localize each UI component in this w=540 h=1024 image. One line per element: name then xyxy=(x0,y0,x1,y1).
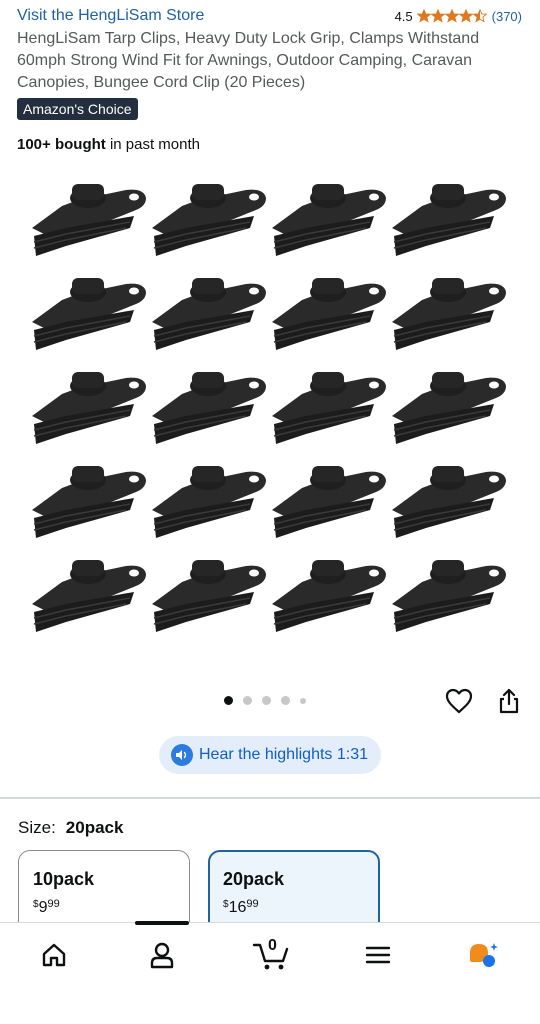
bought-period: in past month xyxy=(109,136,200,153)
home-icon[interactable] xyxy=(38,939,70,971)
hear-highlights-button[interactable]: Hear the highlights 1:31 xyxy=(159,736,381,774)
carousel-dot[interactable] xyxy=(224,696,233,705)
rating[interactable]: 4.5 (370) xyxy=(395,9,522,24)
heart-icon[interactable] xyxy=(445,688,473,714)
rating-value: 4.5 xyxy=(394,8,413,24)
bought-count: 100+ bought xyxy=(17,136,106,153)
tarp-clip-image xyxy=(146,364,266,458)
carousel-dot[interactable] xyxy=(262,696,271,705)
carousel-dots xyxy=(224,696,306,705)
size-option-name: 20pack xyxy=(223,869,285,889)
tarp-clip-image xyxy=(26,458,146,552)
rating-count[interactable]: (370) xyxy=(492,9,522,24)
tarp-clip-image xyxy=(26,552,146,646)
size-option-name: 10pack xyxy=(33,869,95,889)
tarp-clip-image xyxy=(266,458,386,552)
carousel-dot[interactable] xyxy=(300,697,306,704)
carousel-dot[interactable] xyxy=(243,696,252,705)
size-selected-value: 20pack xyxy=(65,818,124,837)
size-label: Size: xyxy=(18,818,56,837)
store-link[interactable]: Visit the HengLiSam Store xyxy=(17,7,204,25)
tarp-clip-image xyxy=(386,458,506,552)
size-option-price: $999 xyxy=(33,898,60,916)
amazons-choice-badge: Amazon's Choice xyxy=(17,98,138,120)
tarp-clip-image xyxy=(26,176,146,270)
tarp-clip-image xyxy=(146,458,266,552)
section-divider xyxy=(0,797,540,799)
clip-grid xyxy=(18,168,522,646)
tarp-clip-image xyxy=(266,270,386,364)
share-icon[interactable] xyxy=(497,688,521,714)
star-icon xyxy=(444,9,459,23)
tarp-clip-image xyxy=(386,270,506,364)
tarp-clip-image xyxy=(146,270,266,364)
cart-count: 0 xyxy=(268,937,277,954)
size-option-price: $1699 xyxy=(223,898,259,916)
tarp-clip-image xyxy=(266,364,386,458)
tarp-clip-image xyxy=(26,270,146,364)
product-image[interactable] xyxy=(18,168,522,658)
tarp-clip-image xyxy=(26,364,146,458)
star-icon xyxy=(416,9,431,23)
rufus-icon[interactable] xyxy=(467,939,499,971)
hear-highlights-label: Hear the highlights 1:31 xyxy=(199,746,368,763)
star-icon xyxy=(472,9,487,23)
bottom-nav-bar: 0 xyxy=(0,921,540,1024)
tarp-clip-image xyxy=(386,552,506,646)
tarp-clip-image xyxy=(386,364,506,458)
audio-play-icon xyxy=(171,744,193,766)
tarp-clip-image xyxy=(266,552,386,646)
cart-icon[interactable]: 0 xyxy=(252,937,292,971)
star-icon xyxy=(458,9,473,23)
star-icon xyxy=(430,9,445,23)
product-title: HengLiSam Tarp Clips, Heavy Duty Lock Gr… xyxy=(17,30,480,91)
account-icon[interactable] xyxy=(146,939,178,971)
tarp-clip-image xyxy=(266,176,386,270)
tarp-clip-image xyxy=(146,176,266,270)
carousel-dot[interactable] xyxy=(281,696,290,705)
tarp-clip-image xyxy=(146,552,266,646)
menu-icon[interactable] xyxy=(362,939,394,971)
active-tab-indicator xyxy=(135,921,189,925)
store-rating-row: Visit the HengLiSam Store 4.5 (370) xyxy=(17,4,522,28)
bought-in-past-month: 100+ bought in past month xyxy=(17,136,200,153)
star-rating xyxy=(416,9,487,23)
tarp-clip-image xyxy=(386,176,506,270)
size-selector-label: Size: 20pack xyxy=(18,818,123,838)
